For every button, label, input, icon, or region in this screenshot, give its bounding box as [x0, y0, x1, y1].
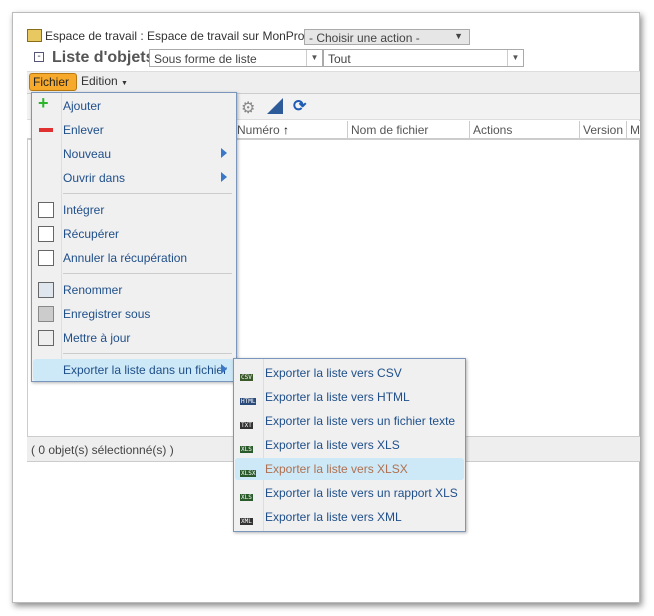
- file-menu-button[interactable]: Fichier ▼: [29, 73, 77, 102]
- filter-select-value: Tout: [328, 52, 351, 66]
- save-as-icon: [38, 306, 54, 322]
- page-title: Liste d'objets: [52, 49, 155, 66]
- menu-item-recuperer[interactable]: Récupérer: [33, 223, 235, 245]
- view-select-value: Sous forme de liste: [154, 52, 257, 66]
- menu-item-export-xls-report[interactable]: XLS Exporter la liste vers un rapport XLS: [235, 482, 464, 504]
- export-html-icon: HTML: [240, 398, 257, 405]
- workspace-icon: [27, 29, 42, 42]
- add-icon: +: [38, 93, 49, 113]
- menu-item-integrer[interactable]: Intégrer: [33, 199, 235, 221]
- export-xml-icon: XML: [240, 518, 253, 525]
- collapse-icon[interactable]: -: [34, 52, 44, 62]
- menu-item-mettre-a-jour[interactable]: Mettre à jour: [33, 327, 235, 349]
- export-xls-report-icon: XLS: [240, 494, 253, 501]
- menu-item-exporter[interactable]: Exporter la liste dans un fichier: [33, 359, 235, 381]
- action-select-value: - Choisir une action -: [309, 31, 420, 45]
- workspace-label: Espace de travail : Espace de travail su…: [45, 29, 324, 43]
- menu-item-export-csv[interactable]: CSV Exporter la liste vers CSV: [235, 362, 464, 384]
- chevron-down-icon: ▼: [454, 31, 463, 41]
- remove-icon: [38, 122, 54, 138]
- file-menu: + Ajouter Enlever Nouveau Ouvrir dans Int…: [31, 92, 237, 382]
- submenu-arrow-icon: [221, 364, 227, 374]
- edit-menu-label: Edition: [81, 74, 118, 88]
- ruler-icon[interactable]: [267, 98, 283, 114]
- rename-icon: [38, 282, 54, 298]
- settings-icon[interactable]: ⚙: [241, 98, 255, 118]
- menu-item-annuler-recuperation[interactable]: Annuler la récupération: [33, 247, 235, 269]
- menu-item-renommer[interactable]: Renommer: [33, 279, 235, 301]
- menu-item-enlever[interactable]: Enlever: [33, 119, 235, 141]
- export-xlsx-icon: XLSX: [240, 470, 257, 477]
- menu-item-enregistrer-sous[interactable]: Enregistrer sous: [33, 303, 235, 325]
- menu-item-export-html[interactable]: HTML Exporter la liste vers HTML: [235, 386, 464, 408]
- view-select[interactable]: Sous forme de liste ▼: [149, 49, 323, 67]
- column-header-version[interactable]: Version: [580, 121, 627, 140]
- undo-checkout-icon: [38, 250, 54, 266]
- caret-down-icon: ▼: [121, 80, 128, 87]
- file-menu-label: Fichier: [33, 75, 70, 89]
- column-header-m[interactable]: M: [627, 121, 640, 140]
- column-header-filename[interactable]: Nom de fichier: [348, 121, 470, 140]
- sort-asc-icon: ↑: [283, 123, 290, 137]
- checkout-icon: [38, 226, 54, 242]
- update-icon: [38, 330, 54, 346]
- menu-item-ouvrir-dans[interactable]: Ouvrir dans: [33, 167, 235, 189]
- menu-item-export-txt[interactable]: TXT Exporter la liste vers un fichier tex…: [235, 410, 464, 432]
- checkin-icon: [38, 202, 54, 218]
- export-submenu: CSV Exporter la liste vers CSV HTML Export…: [233, 358, 466, 532]
- edit-menu-button[interactable]: Edition ▼: [81, 74, 128, 88]
- filter-select[interactable]: Tout ▼: [323, 49, 524, 67]
- menu-item-export-xml[interactable]: XML Exporter la liste vers XML: [235, 506, 464, 528]
- chevron-down-icon: ▼: [306, 50, 322, 66]
- menu-item-ajouter[interactable]: + Ajouter: [33, 93, 235, 117]
- export-xls-icon: XLS: [240, 446, 253, 453]
- submenu-arrow-icon: [221, 172, 227, 182]
- export-csv-icon: CSV: [240, 374, 253, 381]
- refresh-icon[interactable]: ⟳: [293, 96, 306, 116]
- menu-item-export-xls[interactable]: XLS Exporter la liste vers XLS: [235, 434, 464, 456]
- menu-item-nouveau[interactable]: Nouveau: [33, 143, 235, 165]
- submenu-arrow-icon: [221, 148, 227, 158]
- column-header-actions[interactable]: Actions: [470, 121, 580, 140]
- chevron-down-icon: ▼: [507, 50, 523, 66]
- export-txt-icon: TXT: [240, 422, 253, 429]
- action-select[interactable]: - Choisir une action - ▼: [304, 29, 470, 45]
- menu-item-export-xlsx[interactable]: XLSX Exporter la liste vers XLSX: [235, 458, 464, 480]
